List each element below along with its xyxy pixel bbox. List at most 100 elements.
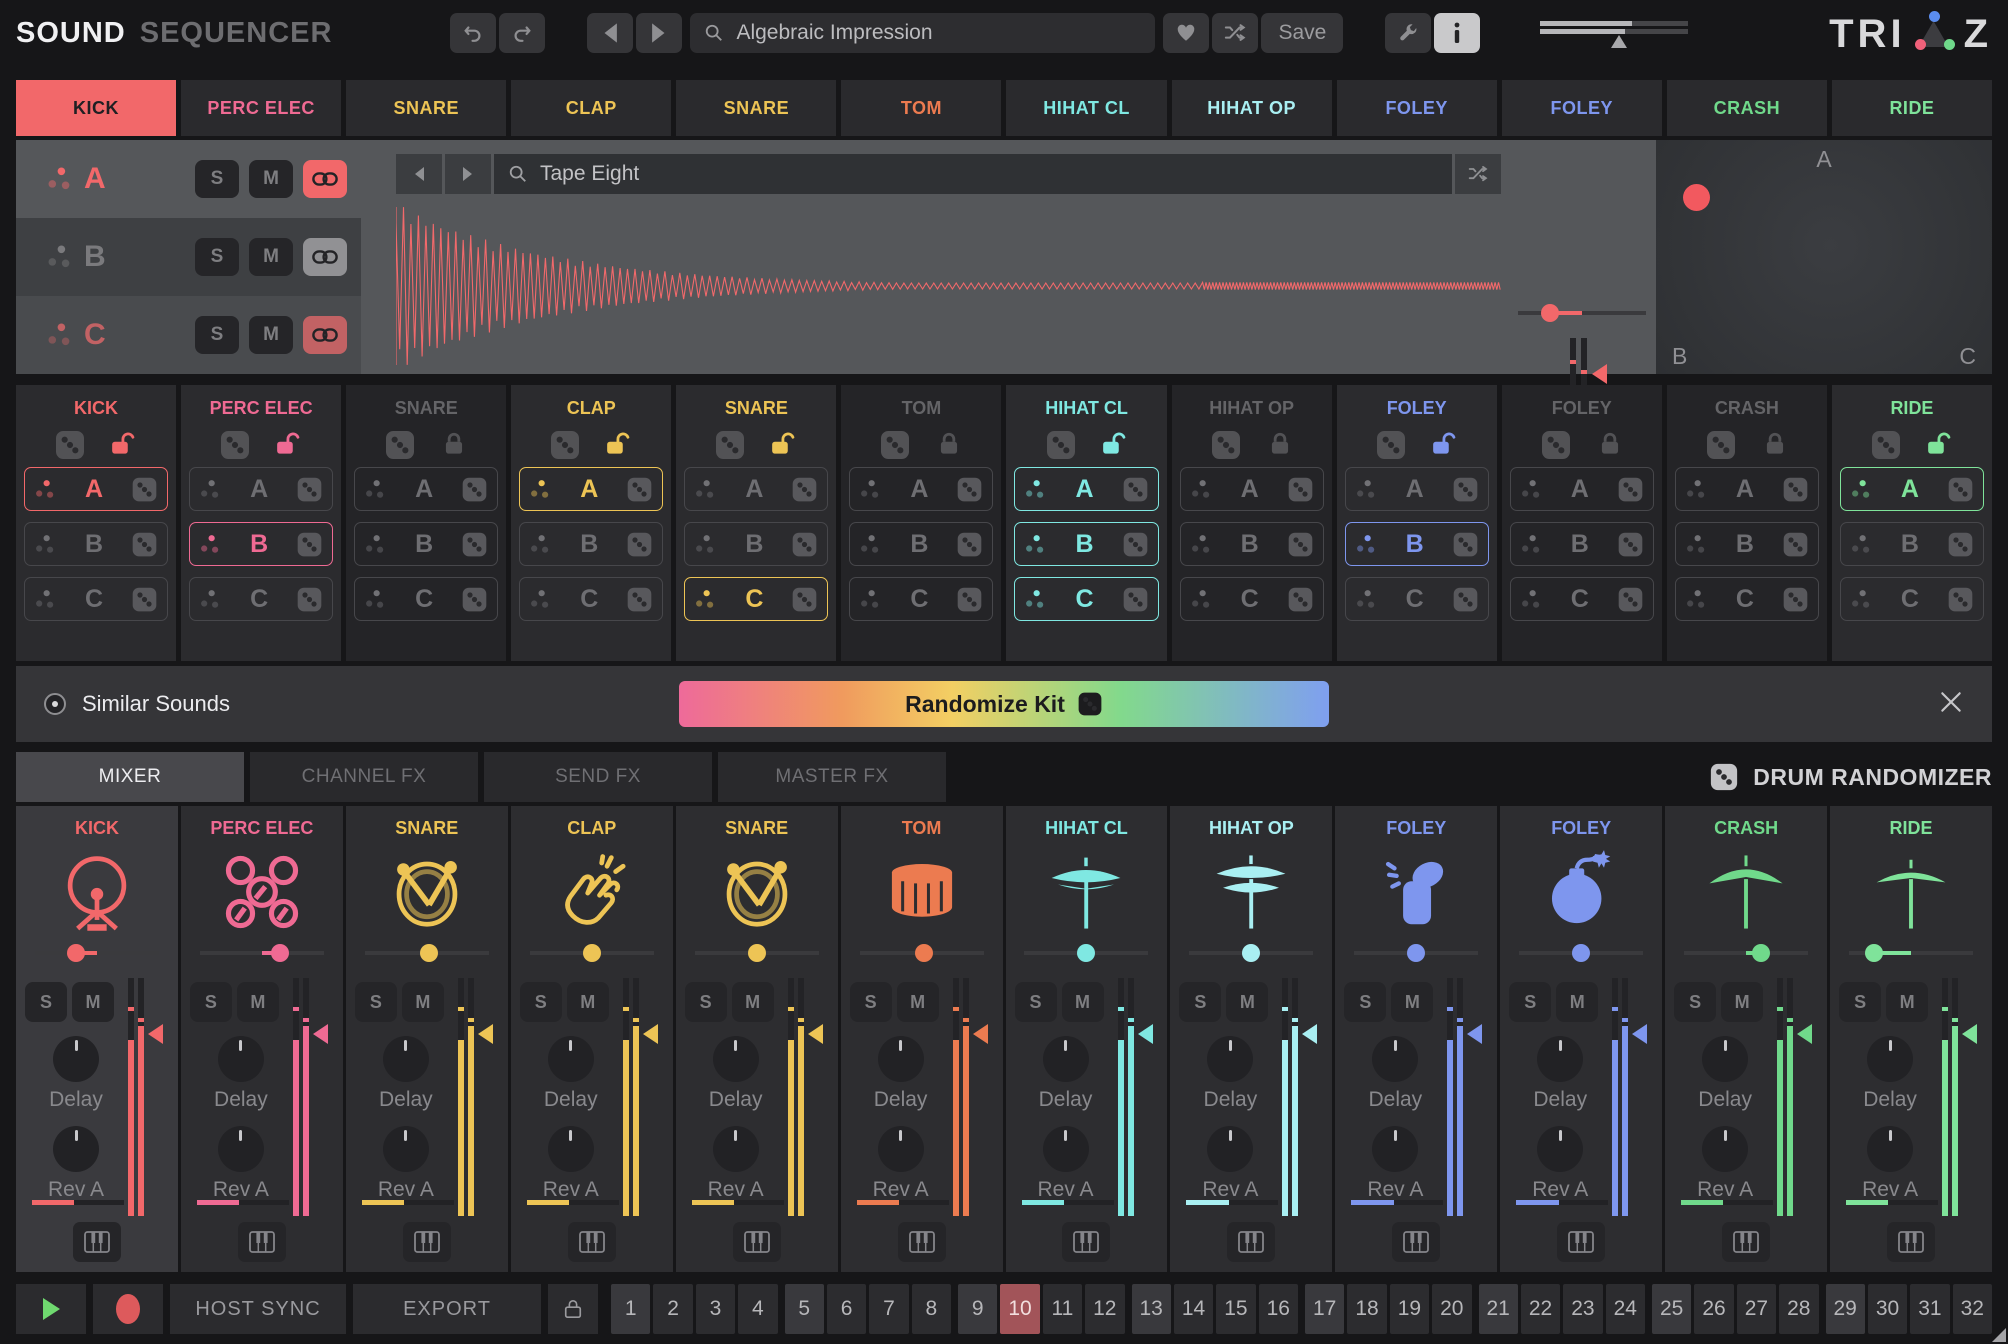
step-8[interactable]: 8	[912, 1284, 951, 1334]
layer-xy-pad[interactable]: A B C	[1656, 140, 1992, 374]
solo-button[interactable]: S	[850, 982, 892, 1022]
mute-button[interactable]: M	[249, 238, 293, 276]
channel-volume-slider[interactable]	[1354, 946, 1478, 960]
meter-marker[interactable]	[973, 1024, 988, 1044]
step-4[interactable]: 4	[738, 1284, 777, 1334]
channel-volume-slider[interactable]	[365, 946, 489, 960]
slider-handle[interactable]	[67, 944, 85, 962]
channel-volume-slider[interactable]	[1849, 946, 1973, 960]
dice-icon[interactable]	[1122, 586, 1149, 613]
meter-marker[interactable]	[643, 1024, 658, 1044]
delay-knob[interactable]	[1353, 1036, 1437, 1082]
dice-icon[interactable]	[1947, 531, 1974, 558]
lock-icon[interactable]	[935, 431, 963, 459]
keyboard-button[interactable]	[238, 1222, 286, 1262]
delay-knob[interactable]	[1188, 1036, 1272, 1082]
sample-layer-row-b[interactable]: B S M	[16, 218, 361, 296]
dice-icon[interactable]	[1122, 531, 1149, 558]
next-sample-button[interactable]	[445, 154, 491, 194]
dice-icon[interactable]	[296, 476, 323, 503]
preset-search-input[interactable]: Algebraic Impression	[690, 13, 1155, 53]
solo-button[interactable]: S	[1179, 982, 1221, 1022]
gain-marker[interactable]	[1611, 35, 1627, 48]
grid-layer-b-snare-5[interactable]: B	[684, 522, 828, 566]
slider-handle[interactable]	[915, 944, 933, 962]
keyboard-button[interactable]	[1557, 1222, 1605, 1262]
dice-icon[interactable]	[1452, 531, 1479, 558]
grid-layer-c-ride-12[interactable]: C	[1840, 577, 1984, 621]
mute-button[interactable]: M	[249, 160, 293, 198]
mute-button[interactable]: M	[72, 982, 114, 1022]
slider-handle[interactable]	[271, 944, 289, 962]
keyboard-button[interactable]	[73, 1222, 121, 1262]
mute-button[interactable]: M	[1886, 982, 1928, 1022]
dice-icon[interactable]	[1947, 476, 1974, 503]
grid-layer-a-foley-9[interactable]: A	[1345, 467, 1489, 511]
pattern-lock-button[interactable]	[548, 1284, 598, 1334]
slider-handle[interactable]	[583, 944, 601, 962]
dice-icon[interactable]	[626, 531, 653, 558]
dice-icon[interactable]	[956, 586, 983, 613]
grid-layer-b-clap-4[interactable]: B	[519, 522, 663, 566]
grid-layer-c-crash-11[interactable]: C	[1675, 577, 1819, 621]
fx-tab-mixer[interactable]: MIXER	[16, 752, 244, 802]
dice-icon[interactable]	[791, 531, 818, 558]
lock-icon[interactable]	[110, 431, 138, 459]
dice-icon[interactable]	[879, 429, 911, 461]
prev-sample-button[interactable]	[396, 154, 442, 194]
dice-icon[interactable]	[461, 531, 488, 558]
grid-layer-b-kick-1[interactable]: B	[24, 522, 168, 566]
random-sample-button[interactable]	[1455, 154, 1501, 194]
grid-layer-a-snare-3[interactable]: A	[354, 467, 498, 511]
grid-layer-a-kick-1[interactable]: A	[24, 467, 168, 511]
channel-volume-slider[interactable]	[860, 946, 984, 960]
solo-button[interactable]: S	[25, 982, 67, 1022]
meter-marker[interactable]	[1138, 1024, 1153, 1044]
dice-icon[interactable]	[1617, 531, 1644, 558]
reverb-knob[interactable]	[364, 1126, 448, 1172]
grid-layer-a-crash-11[interactable]: A	[1675, 467, 1819, 511]
dice-icon[interactable]	[791, 586, 818, 613]
slider-handle[interactable]	[1242, 944, 1260, 962]
prev-preset-button[interactable]	[587, 13, 633, 53]
grid-layer-b-ride-12[interactable]: B	[1840, 522, 1984, 566]
page-title-sequencer[interactable]: SEQUENCER	[140, 17, 333, 50]
meter-marker[interactable]	[148, 1024, 163, 1044]
grid-layer-b-perc-elec-2[interactable]: B	[189, 522, 333, 566]
reverb-knob[interactable]	[1353, 1126, 1437, 1172]
keyboard-button[interactable]	[898, 1222, 946, 1262]
dice-icon[interactable]	[956, 531, 983, 558]
step-3[interactable]: 3	[696, 1284, 735, 1334]
favorite-button[interactable]	[1163, 13, 1209, 53]
track-tab-foley-10[interactable]: FOLEY	[1502, 80, 1662, 136]
shuffle-preset-button[interactable]	[1212, 13, 1258, 53]
mute-button[interactable]: M	[1226, 982, 1268, 1022]
track-tab-snare-3[interactable]: SNARE	[346, 80, 506, 136]
grid-layer-a-ride-12[interactable]: A	[1840, 467, 1984, 511]
track-tab-foley-9[interactable]: FOLEY	[1337, 80, 1497, 136]
step-26[interactable]: 26	[1694, 1284, 1733, 1334]
channel-volume-slider[interactable]	[1519, 946, 1643, 960]
grid-layer-c-hihat-cl-7[interactable]: C	[1014, 577, 1158, 621]
solo-button[interactable]: S	[1839, 982, 1881, 1022]
solo-button[interactable]: S	[1344, 982, 1386, 1022]
step-23[interactable]: 23	[1563, 1284, 1602, 1334]
grid-layer-b-tom-6[interactable]: B	[849, 522, 993, 566]
delay-knob[interactable]	[694, 1036, 778, 1082]
step-20[interactable]: 20	[1432, 1284, 1471, 1334]
meter-marker[interactable]	[1467, 1024, 1482, 1044]
solo-button[interactable]: S	[195, 316, 239, 354]
grid-layer-a-foley-10[interactable]: A	[1510, 467, 1654, 511]
slider-handle[interactable]	[748, 944, 766, 962]
dice-icon[interactable]	[1375, 429, 1407, 461]
track-tab-hihat-op-8[interactable]: HIHAT OP	[1172, 80, 1332, 136]
step-25[interactable]: 25	[1652, 1284, 1691, 1334]
solo-button[interactable]: S	[355, 982, 397, 1022]
keyboard-button[interactable]	[403, 1222, 451, 1262]
reverb-knob[interactable]	[1518, 1126, 1602, 1172]
step-16[interactable]: 16	[1259, 1284, 1298, 1334]
info-button[interactable]	[1434, 13, 1480, 53]
keyboard-button[interactable]	[1227, 1222, 1275, 1262]
slider-handle[interactable]	[1572, 944, 1590, 962]
dice-icon[interactable]	[626, 476, 653, 503]
